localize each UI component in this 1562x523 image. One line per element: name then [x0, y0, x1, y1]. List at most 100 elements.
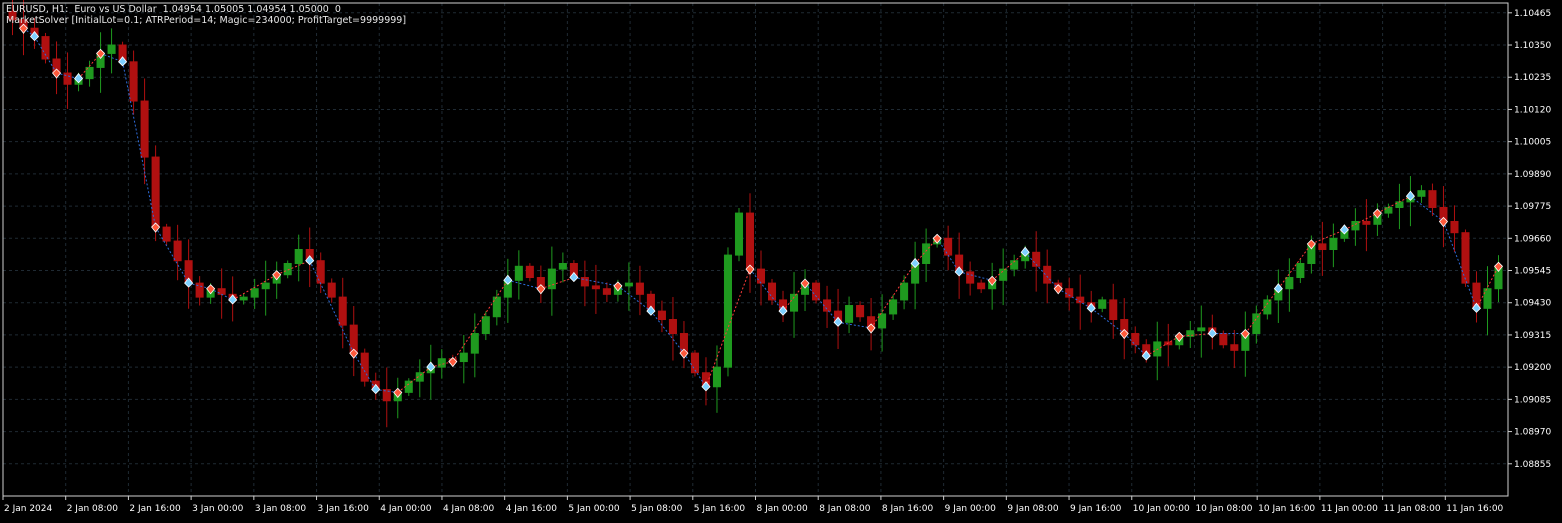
candle-body [944, 237, 953, 256]
candle-body [1252, 313, 1261, 335]
candle-body [1428, 190, 1437, 208]
x-tick-label: 2 Jan 08:00 [67, 504, 119, 514]
candle-body [790, 293, 799, 312]
x-tick-label: 5 Jan 16:00 [694, 504, 746, 514]
y-tick-label: 1.09430 [1514, 299, 1551, 309]
x-tick-label: 10 Jan 08:00 [1195, 504, 1252, 514]
x-tick-label: 9 Jan 08:00 [1007, 504, 1059, 514]
y-tick-label: 1.10120 [1514, 105, 1551, 115]
candle-body [239, 296, 248, 301]
x-tick-label: 4 Jan 00:00 [380, 504, 432, 514]
x-tick-label: 4 Jan 08:00 [443, 504, 495, 514]
candle-body [129, 61, 138, 102]
x-tick-label: 9 Jan 16:00 [1070, 504, 1122, 514]
y-tick-label: 1.09315 [1514, 331, 1551, 341]
candle-body [812, 282, 821, 301]
x-tick-label: 10 Jan 00:00 [1133, 504, 1190, 514]
candle-body [1395, 201, 1404, 208]
x-tick-label: 4 Jan 16:00 [506, 504, 558, 514]
x-tick-label: 5 Jan 00:00 [568, 504, 620, 514]
candle-body [404, 380, 413, 393]
y-tick-label: 1.10235 [1514, 73, 1551, 83]
candle-body [823, 299, 832, 312]
candle-body [1296, 263, 1305, 279]
candle-body [591, 285, 600, 290]
x-tick-label: 8 Jan 16:00 [882, 504, 934, 514]
x-tick-label: 8 Jan 08:00 [819, 504, 871, 514]
candle-body [1329, 237, 1338, 251]
candle-body [558, 263, 567, 270]
candle-body [481, 316, 490, 335]
candle-body [745, 212, 755, 270]
chart-background [0, 0, 1562, 519]
candle-body [162, 226, 171, 242]
y-tick-label: 1.08855 [1514, 460, 1551, 470]
candle-body [734, 212, 744, 256]
candle-body [1131, 333, 1140, 346]
y-tick-label: 1.09775 [1514, 202, 1551, 212]
candle-body [1483, 288, 1492, 309]
candle-body [1417, 190, 1426, 197]
x-tick-label: 5 Jan 08:00 [631, 504, 683, 514]
x-tick-label: 3 Jan 08:00 [255, 504, 307, 514]
chart-canvas[interactable]: 1.10465 1.10350 1.10235 1.10120 1.10005 1.098… [0, 0, 1562, 519]
x-tick-label: 2 Jan 2024 [4, 504, 52, 514]
y-tick-label: 1.09660 [1514, 234, 1551, 244]
candle-body [327, 282, 336, 298]
x-tick-label: 3 Jan 16:00 [318, 504, 370, 514]
price-axis[interactable]: 1.10465 1.10350 1.10235 1.10120 1.10005 1.098… [1508, 9, 1551, 470]
x-tick-label: 11 Jan 00:00 [1321, 504, 1378, 514]
candle-body [690, 352, 699, 374]
y-tick-label: 1.09085 [1514, 395, 1551, 405]
y-tick-label: 1.08970 [1514, 428, 1551, 438]
candle-body [492, 296, 501, 318]
candle-body [107, 44, 116, 54]
candle-body [514, 265, 523, 281]
candle-body [1043, 265, 1052, 284]
candle-body [1109, 299, 1118, 321]
candle-body [283, 263, 292, 276]
candle-body [723, 254, 733, 368]
candle-body [767, 282, 777, 301]
candle-body [889, 299, 898, 315]
y-tick-label: 1.10005 [1514, 138, 1551, 148]
candle-body [1219, 333, 1228, 346]
candle-body [1318, 243, 1327, 250]
y-tick-label: 1.10350 [1514, 41, 1551, 51]
x-tick-label: 11 Jan 16:00 [1446, 504, 1503, 514]
x-tick-label: 8 Jan 00:00 [757, 504, 809, 514]
x-tick-label: 10 Jan 16:00 [1258, 504, 1315, 514]
x-tick-label: 11 Jan 08:00 [1384, 504, 1441, 514]
candle-body [1362, 220, 1371, 225]
candle-body [977, 282, 986, 290]
candle-body [294, 249, 303, 265]
x-tick-label: 9 Jan 00:00 [945, 504, 997, 514]
candle-body [602, 288, 611, 295]
candle-body [250, 288, 259, 298]
y-tick-label: 1.10465 [1514, 9, 1551, 19]
candle-body [999, 268, 1008, 281]
candle-body [525, 265, 534, 279]
candle-body [1450, 220, 1459, 234]
y-tick-label: 1.09890 [1514, 170, 1551, 180]
candle-body [845, 305, 854, 323]
candle-body [900, 282, 909, 301]
symbol-info-line: EURUSD, H1: Euro vs US Dollar 1.04954 1.… [6, 4, 341, 15]
candle-body [338, 296, 347, 326]
candle-body [635, 282, 644, 295]
candle-body [878, 313, 887, 329]
x-tick-label: 3 Jan 00:00 [192, 504, 244, 514]
x-tick-label: 2 Jan 16:00 [129, 504, 181, 514]
candle-body [712, 366, 721, 388]
candle-body [856, 305, 865, 318]
candle-body [140, 100, 149, 158]
indicator-info-line: MarketSolver [InitialLot=0.1; ATRPeriod=… [6, 15, 407, 26]
y-tick-label: 1.09545 [1514, 267, 1551, 277]
candle-body [1065, 288, 1074, 298]
candle-body [261, 282, 270, 290]
candle-body [668, 319, 677, 335]
candle-body [173, 240, 182, 262]
candle-body [624, 282, 633, 287]
price-chart[interactable]: 1.10465 1.10350 1.10235 1.10120 1.10005 1.098… [0, 0, 1562, 519]
y-tick-label: 1.09200 [1514, 363, 1551, 373]
